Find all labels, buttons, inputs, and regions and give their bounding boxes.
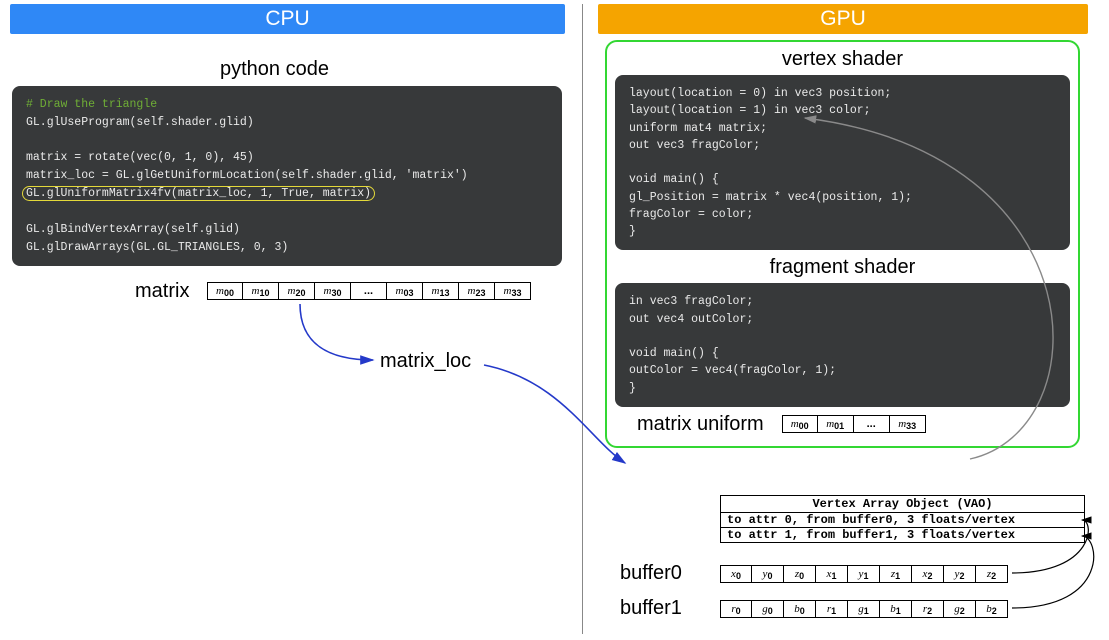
cell: m33 — [890, 415, 926, 433]
cell: ... — [854, 415, 890, 433]
cell: g1 — [848, 600, 880, 618]
python-code: # Draw the triangle GL.glUseProgram(self… — [12, 86, 562, 266]
cell: m01 — [818, 415, 854, 433]
matrix-loc-label: matrix_loc — [380, 350, 471, 373]
cell: m00 — [207, 282, 243, 300]
python-title: python code — [220, 58, 329, 81]
cell: y1 — [848, 565, 880, 583]
cell: x1 — [816, 565, 848, 583]
divider — [582, 4, 583, 634]
vertex-shader: layout(location = 0) in vec3 position; l… — [615, 75, 1070, 250]
cell: z2 — [976, 565, 1008, 583]
cell: m03 — [387, 282, 423, 300]
fragment-title: fragment shader — [615, 256, 1070, 279]
cell: m23 — [459, 282, 495, 300]
vao-title: Vertex Array Object (VAO) — [720, 495, 1085, 513]
py-l2: matrix = rotate(vec(0, 1, 0), 45) — [26, 149, 548, 167]
cell: y2 — [944, 565, 976, 583]
cell: b1 — [880, 600, 912, 618]
cell: x0 — [720, 565, 752, 583]
cell: g0 — [752, 600, 784, 618]
buffer1-cells: r0g0b0r1g1b1r2g2b2 — [720, 600, 1008, 618]
buffer1-label: buffer1 — [620, 597, 682, 620]
cell: ... — [351, 282, 387, 300]
cell: b0 — [784, 600, 816, 618]
cell: m10 — [243, 282, 279, 300]
cell: z1 — [880, 565, 912, 583]
vao-row-1: to attr 1, from buffer1, 3 floats/vertex — [720, 528, 1085, 543]
cell: m30 — [315, 282, 351, 300]
py-comment: # Draw the triangle — [26, 98, 157, 111]
cpu-banner: CPU — [10, 4, 565, 34]
cell: m00 — [782, 415, 818, 433]
uniform-cells: m00m01...m33 — [782, 415, 926, 433]
cell: r0 — [720, 600, 752, 618]
cell: g2 — [944, 600, 976, 618]
fragment-shader: in vec3 fragColor; out vec4 outColor; vo… — [615, 283, 1070, 407]
py-l5: GL.glBindVertexArray(self.glid) — [26, 221, 548, 239]
matrix-cells: m00m10m20m30...m03m13m23m33 — [207, 282, 531, 300]
py-l6: GL.glDrawArrays(GL.GL_TRIANGLES, 0, 3) — [26, 239, 548, 257]
py-l3: matrix_loc = GL.glGetUniformLocation(sel… — [26, 167, 548, 185]
cell: m33 — [495, 282, 531, 300]
matrix-label: matrix — [135, 280, 189, 303]
cell: m13 — [423, 282, 459, 300]
cell: x2 — [912, 565, 944, 583]
cell: y0 — [752, 565, 784, 583]
cell: m20 — [279, 282, 315, 300]
cell: z0 — [784, 565, 816, 583]
cell: r1 — [816, 600, 848, 618]
cell: r2 — [912, 600, 944, 618]
vao-box: Vertex Array Object (VAO) to attr 0, fro… — [720, 495, 1085, 543]
matrix-uniform-label: matrix uniform — [637, 413, 764, 436]
shader-group: vertex shader layout(location = 0) in ve… — [605, 40, 1080, 448]
buffer0-label: buffer0 — [620, 562, 682, 585]
cell: b2 — [976, 600, 1008, 618]
vao-row-0: to attr 0, from buffer0, 3 floats/vertex — [720, 513, 1085, 528]
py-l1: GL.glUseProgram(self.shader.glid) — [26, 114, 548, 132]
vertex-title: vertex shader — [615, 48, 1070, 71]
gpu-banner: GPU — [598, 4, 1088, 34]
py-l4-highlight: GL.glUniformMatrix4fv(matrix_loc, 1, Tru… — [22, 186, 375, 201]
buffer0-cells: x0y0z0x1y1z1x2y2z2 — [720, 565, 1008, 583]
